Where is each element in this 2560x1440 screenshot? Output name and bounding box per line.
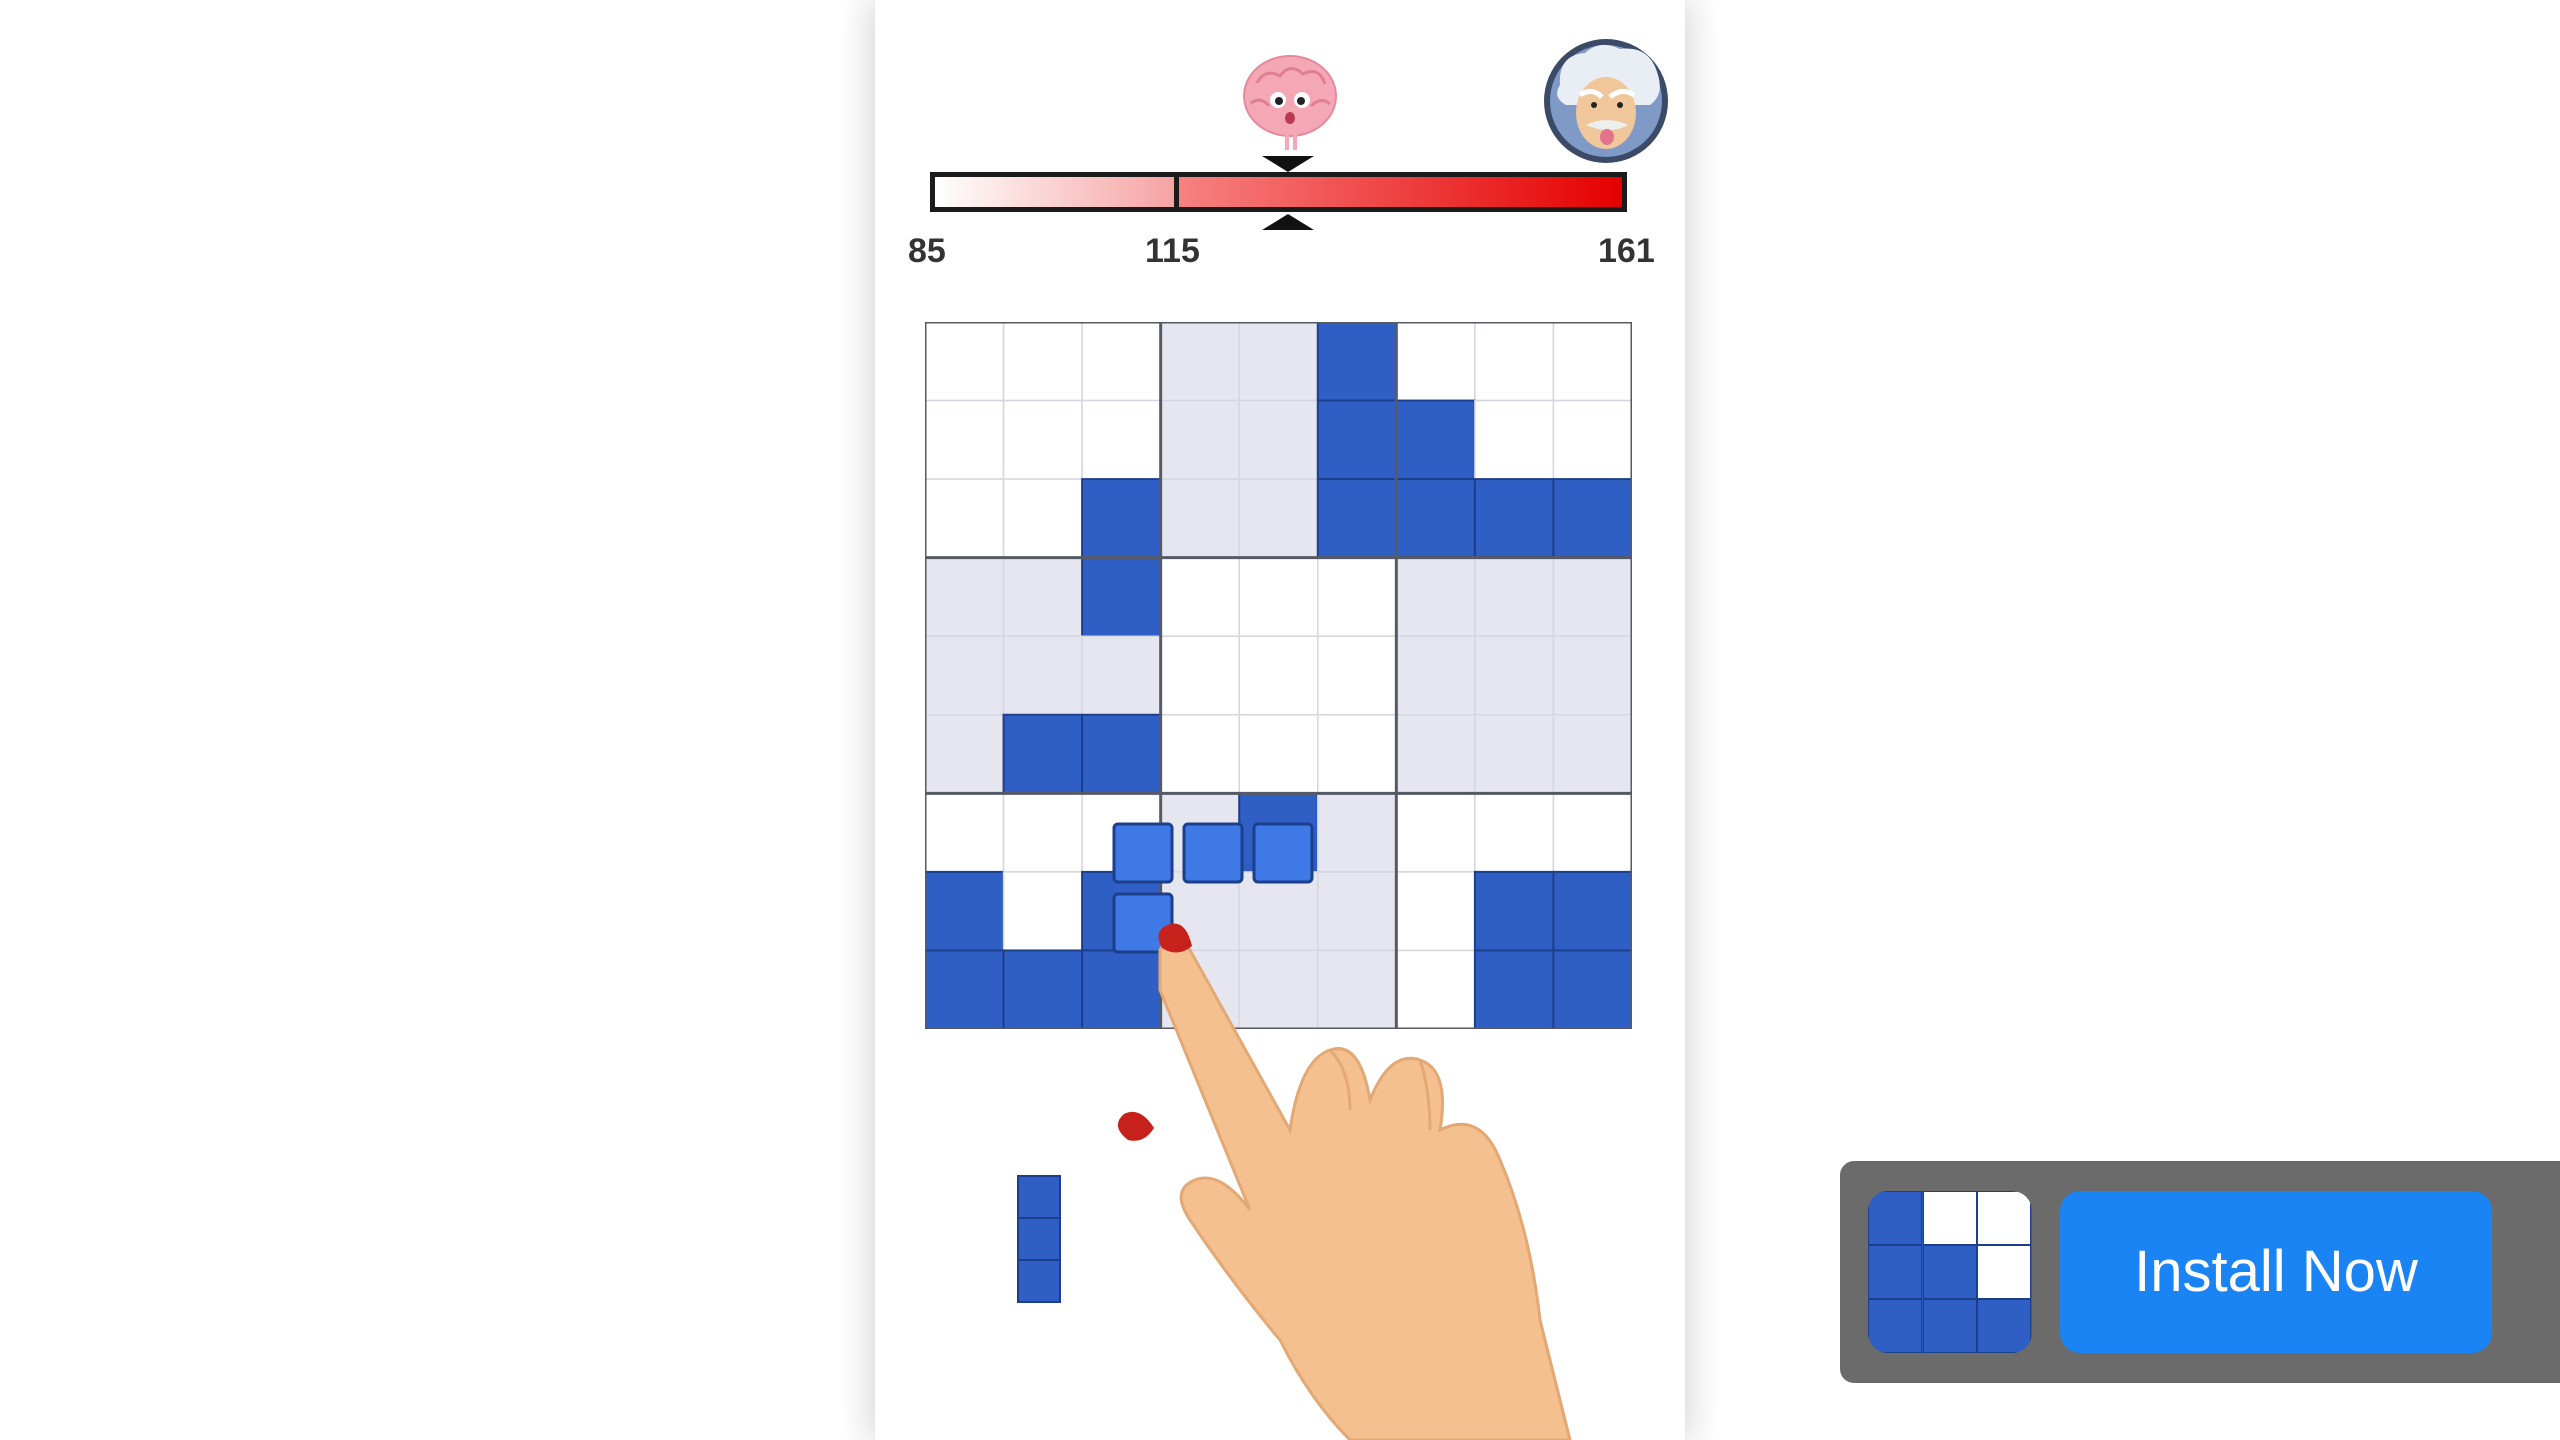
app-icon-cell (1868, 1245, 1922, 1299)
board-cell-empty[interactable] (1159, 714, 1240, 795)
board-cell-empty[interactable] (1474, 792, 1555, 873)
board-cell-empty[interactable] (925, 322, 1005, 402)
board-cell-empty[interactable] (1395, 635, 1476, 716)
hand-pointer-icon (1117, 923, 1572, 1440)
board-cell-empty[interactable] (1395, 792, 1476, 873)
board-cell-empty[interactable] (1002, 635, 1083, 716)
tray-piece-block[interactable] (1017, 1259, 1061, 1303)
iq-bar-upper-section (1179, 177, 1622, 207)
iq-progress-bar (930, 172, 1627, 212)
board-cell-filled[interactable] (1552, 478, 1632, 559)
app-icon-cell (1868, 1191, 1922, 1245)
board-cell-empty[interactable] (1002, 871, 1083, 952)
board-cell-empty[interactable] (925, 635, 1005, 716)
board-cell-empty[interactable] (1002, 556, 1083, 637)
board-cell-empty[interactable] (1159, 322, 1240, 402)
app-icon-cell (1922, 1191, 1977, 1245)
board-cell-empty[interactable] (1395, 714, 1476, 795)
board-cell-filled[interactable] (1395, 399, 1476, 481)
board-cell-empty[interactable] (1238, 478, 1319, 559)
board-cell-empty[interactable] (1081, 399, 1162, 480)
board-cell-empty[interactable] (1474, 556, 1555, 637)
board-cell-empty[interactable] (925, 792, 1005, 873)
board-cell-empty[interactable] (1159, 635, 1240, 716)
board-cell-empty[interactable] (1002, 322, 1083, 402)
board-cell-empty[interactable] (1081, 635, 1162, 716)
board-cell-filled[interactable] (1395, 478, 1476, 559)
board-cell-empty[interactable] (1002, 399, 1083, 480)
board-cell-filled[interactable] (925, 870, 1005, 952)
board-cell-filled[interactable] (1316, 322, 1398, 402)
iq-marker-bottom-icon (1262, 214, 1314, 230)
brain-mascot-icon (1243, 55, 1337, 150)
board-cell-empty[interactable] (1238, 714, 1319, 795)
iq-max-label: 161 (1598, 232, 1655, 270)
ad-screen: 85 115 161 Install Now (0, 0, 2560, 1440)
board-cell-filled[interactable] (1081, 713, 1162, 795)
board-cell-empty[interactable] (1159, 399, 1240, 480)
board-cell-empty[interactable] (925, 714, 1005, 795)
board-cell-empty[interactable] (1317, 635, 1398, 716)
board-cell-empty[interactable] (1238, 322, 1319, 402)
dragged-piece-block[interactable] (1182, 822, 1244, 884)
app-icon-cell (1977, 1299, 2032, 1353)
board-cell-empty[interactable] (1238, 635, 1319, 716)
board-cell-empty[interactable] (1081, 322, 1162, 402)
board-cell-empty[interactable] (1552, 714, 1632, 795)
board-cell-filled[interactable] (1002, 713, 1084, 795)
board-cell-empty[interactable] (1474, 322, 1555, 402)
board-cell-empty[interactable] (1395, 322, 1476, 402)
board-cell-empty[interactable] (1317, 792, 1398, 873)
board-cell-empty[interactable] (1002, 478, 1083, 559)
dragged-piece-block[interactable] (1112, 822, 1174, 884)
board-cell-empty[interactable] (1002, 792, 1083, 873)
app-icon-cell (1922, 1299, 1977, 1353)
iq-min-label: 85 (908, 232, 946, 270)
board-cell-filled[interactable] (1081, 556, 1162, 638)
board-cell-empty[interactable] (1395, 556, 1476, 637)
board-cell-filled[interactable] (1473, 478, 1555, 559)
install-now-button[interactable]: Install Now (2060, 1191, 2492, 1353)
einstein-avatar-icon (1544, 39, 1668, 163)
board-cell-empty[interactable] (1238, 399, 1319, 480)
board-cell-empty[interactable] (1317, 556, 1398, 637)
iq-marker-top-icon (1262, 156, 1314, 172)
tray-piece-block[interactable] (1017, 1217, 1061, 1261)
install-banner: Install Now (1840, 1161, 2560, 1383)
board-cell-filled[interactable] (1002, 949, 1084, 1029)
board-cell-empty[interactable] (1474, 635, 1555, 716)
board-cell-empty[interactable] (1474, 399, 1555, 480)
board-cell-filled[interactable] (1316, 478, 1398, 559)
app-icon[interactable] (1868, 1191, 2032, 1353)
dragged-piece-block[interactable] (1252, 822, 1314, 884)
board-cell-empty[interactable] (1238, 556, 1319, 637)
iq-bar-lower-section (935, 177, 1179, 207)
board-cell-empty[interactable] (1552, 635, 1632, 716)
board-cell-empty[interactable] (1552, 399, 1632, 480)
tray-piece[interactable] (1016, 1174, 1062, 1304)
board-cell-empty[interactable] (925, 556, 1005, 637)
app-icon-cell (1922, 1245, 1977, 1299)
iq-mid-label: 115 (1145, 232, 1200, 270)
app-icon-cell (1868, 1299, 1922, 1353)
board-cell-filled[interactable] (925, 949, 1005, 1029)
board-cell-filled[interactable] (1081, 478, 1162, 559)
board-cell-empty[interactable] (925, 478, 1005, 559)
board-cell-filled[interactable] (1316, 399, 1398, 481)
app-icon-cell (1977, 1245, 2032, 1299)
board-cell-empty[interactable] (1159, 478, 1240, 559)
board-cell-empty[interactable] (1474, 714, 1555, 795)
board-cell-empty[interactable] (925, 399, 1005, 480)
board-cell-empty[interactable] (1552, 556, 1632, 637)
board-cell-empty[interactable] (1317, 714, 1398, 795)
app-icon-cell (1977, 1191, 2032, 1245)
board-cell-empty[interactable] (1159, 556, 1240, 637)
tray-piece-block[interactable] (1017, 1175, 1061, 1219)
board-cell-empty[interactable] (1552, 792, 1632, 873)
board-cell-empty[interactable] (1552, 322, 1632, 402)
